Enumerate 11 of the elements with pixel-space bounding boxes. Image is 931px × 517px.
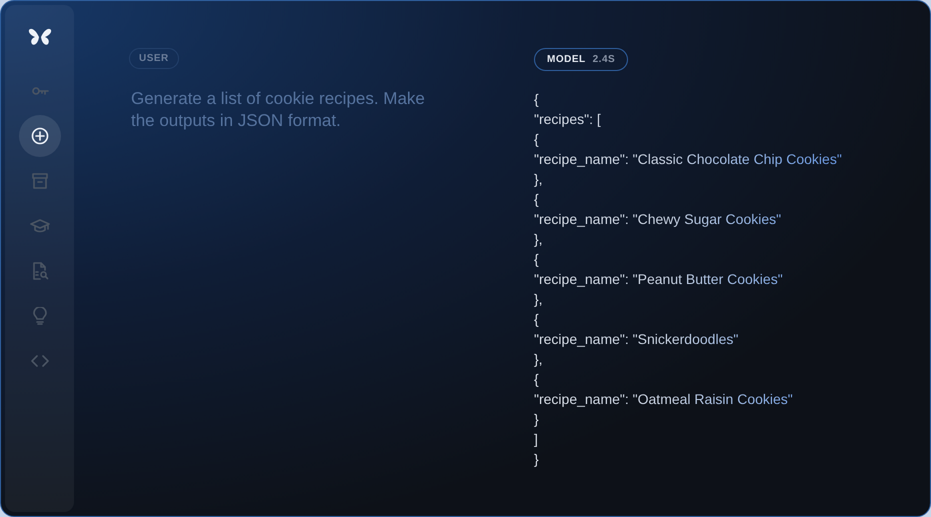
add-icon	[30, 126, 48, 144]
nav-button[interactable]	[18, 114, 60, 156]
prompt-text: Generate a list of cookie recipes. Make the outputs in JSON format.	[130, 88, 426, 132]
time-label: 2.4S	[592, 53, 616, 67]
role-label: USER	[129, 48, 179, 69]
graduation-cap-icon	[30, 216, 50, 234]
model-label: MODEL 2.4S	[534, 48, 628, 71]
lightbulb-icon	[32, 306, 48, 324]
document-search-icon	[30, 262, 48, 280]
archive-icon	[30, 172, 48, 190]
code-icon	[30, 354, 48, 368]
